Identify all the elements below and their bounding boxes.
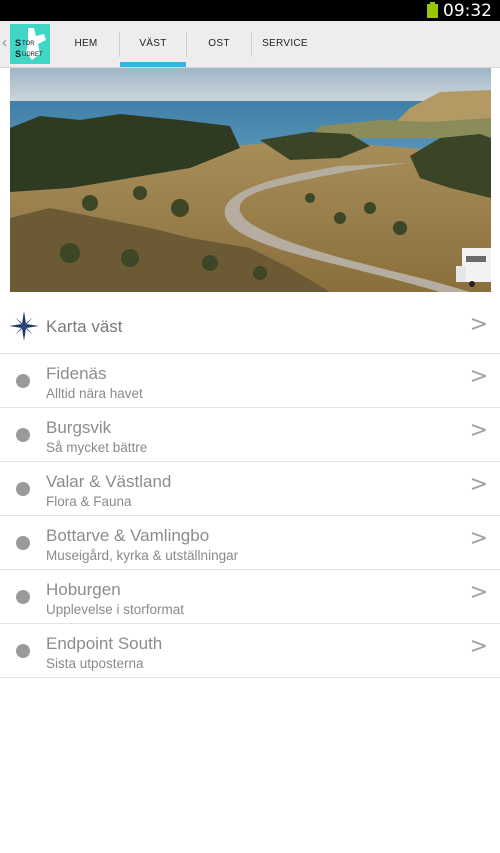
tab-vast[interactable]: VÄST <box>120 21 186 67</box>
battery-icon <box>427 2 438 18</box>
bullet-icon <box>16 428 30 442</box>
list-item-subtitle: Upplevelse i storformat <box>46 602 185 617</box>
list-item-subtitle: Flora & Fauna <box>46 494 132 509</box>
chevron-right-icon: > <box>469 312 488 337</box>
chevron-right-icon: > <box>469 580 488 605</box>
app-logo[interactable]: S TOR S UDRET <box>10 24 50 64</box>
tab-service[interactable]: SERVICE <box>252 21 318 67</box>
chevron-right-icon: > <box>469 364 488 389</box>
list-item-map[interactable]: Karta väst > <box>0 300 500 354</box>
status-clock: 09:32 <box>443 1 492 21</box>
tab-hem[interactable]: HEM <box>58 21 114 67</box>
chevron-right-icon: > <box>469 634 488 659</box>
svg-text:UDRET: UDRET <box>22 52 43 58</box>
list-item-subtitle: Museigård, kyrka & utställningar <box>46 548 239 563</box>
bullet-icon <box>16 374 30 388</box>
chevron-right-icon: > <box>469 526 488 551</box>
list-item[interactable]: Valar & Västland Flora & Fauna > <box>0 462 500 516</box>
bullet-icon <box>16 590 30 604</box>
list-item[interactable]: Endpoint South Sista utposterna > <box>0 624 500 678</box>
action-bar: ‹ S TOR S UDRET HEM VÄST OST SERVICE <box>0 21 500 68</box>
list-item-title: Burgsvik <box>46 418 112 437</box>
selected-tab-indicator <box>120 62 186 67</box>
list-item[interactable]: Bottarve & Vamlingbo Museigård, kyrka & … <box>0 516 500 570</box>
list-item-title: Karta väst <box>46 317 123 336</box>
chevron-right-icon: > <box>469 418 488 443</box>
list-item-title: Bottarve & Vamlingbo <box>46 526 210 545</box>
compass-icon <box>9 311 39 341</box>
places-list: Karta väst > Fidenäs Alltid nära havet >… <box>0 300 500 678</box>
list-item-title: Fidenäs <box>46 364 107 383</box>
list-item-subtitle: Så mycket bättre <box>46 440 148 455</box>
tab-ost[interactable]: OST <box>187 21 251 67</box>
back-chevron-icon[interactable]: ‹ <box>2 35 10 51</box>
bullet-icon <box>16 536 30 550</box>
bullet-icon <box>16 482 30 496</box>
list-item[interactable]: Hoburgen Upplevelse i storformat > <box>0 570 500 624</box>
list-item[interactable]: Burgsvik Så mycket bättre > <box>0 408 500 462</box>
hero-landscape-image <box>10 68 491 292</box>
status-bar: 09:32 <box>0 0 500 21</box>
list-item[interactable]: Fidenäs Alltid nära havet > <box>0 354 500 408</box>
list-item-subtitle: Alltid nära havet <box>46 386 143 401</box>
list-item-title: Valar & Västland <box>46 472 172 491</box>
list-item-title: Endpoint South <box>46 634 163 653</box>
bullet-icon <box>16 644 30 658</box>
list-item-title: Hoburgen <box>46 580 121 599</box>
chevron-right-icon: > <box>469 472 488 497</box>
list-item-subtitle: Sista utposterna <box>46 656 144 671</box>
svg-text:TOR: TOR <box>22 41 35 47</box>
svg-text:S: S <box>15 38 21 48</box>
svg-text:S: S <box>15 49 21 59</box>
